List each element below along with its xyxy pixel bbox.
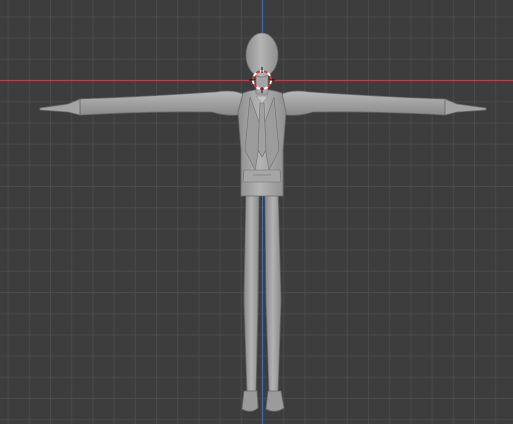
jacket-hem — [242, 169, 282, 183]
right-shoe — [265, 390, 285, 412]
left-shoe — [241, 390, 259, 412]
torso[interactable] — [237, 89, 287, 197]
3d-viewport[interactable] — [0, 0, 513, 424]
